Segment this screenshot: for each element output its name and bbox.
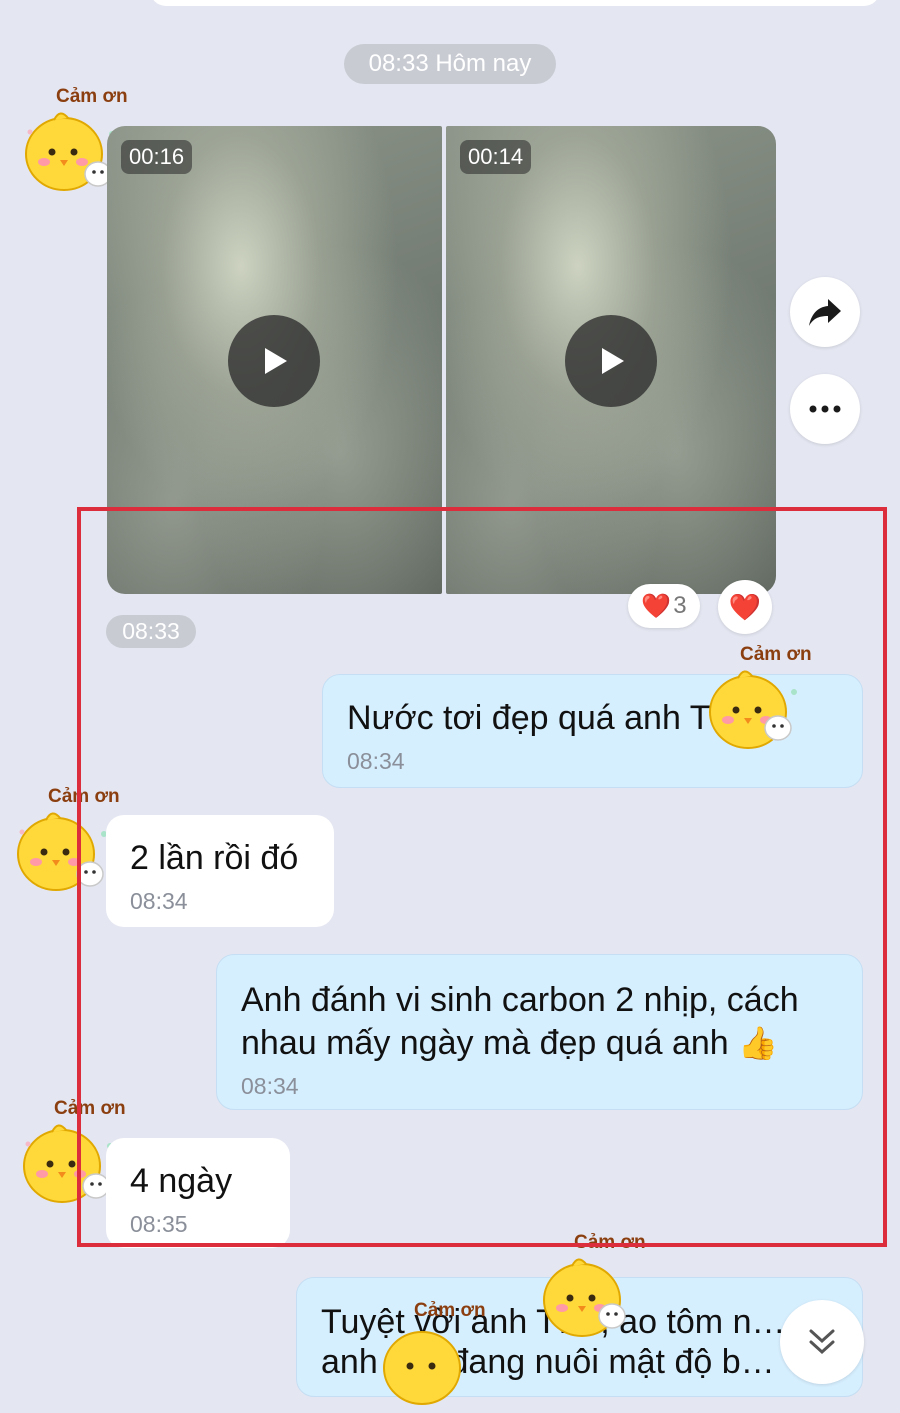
sticker-reaction: Cảm ơn <box>706 644 816 754</box>
heart-icon: ❤️ <box>641 592 672 620</box>
reaction-summary[interactable]: ❤️ 3 <box>628 584 700 628</box>
share-arrow-icon <box>809 299 841 326</box>
message-time: 08:34 <box>241 1073 299 1099</box>
play-button[interactable] <box>228 315 320 407</box>
chick-sticker-icon <box>709 670 797 749</box>
reaction-count: 3 <box>673 592 687 619</box>
video-thumbnail[interactable]: 00:16 <box>107 126 442 594</box>
previous-message-bubble <box>150 0 880 6</box>
incoming-message[interactable]: 2 lần rồi đó 08:34 <box>106 815 334 927</box>
chick-sticker-icon <box>383 1331 461 1405</box>
message-text: Anh đánh vi sinh carbon 2 nhịp, cách nha… <box>241 981 799 1062</box>
chick-sticker-icon <box>17 812 107 891</box>
message-time: 08:35 <box>130 1211 188 1237</box>
double-chevron-down-icon <box>809 1329 835 1355</box>
play-icon <box>265 348 287 374</box>
message-text: 2 lần rồi đó <box>130 839 299 877</box>
message-time: 08:34 <box>130 888 188 914</box>
message-group-time: 08:33 <box>106 615 196 648</box>
play-icon <box>602 348 624 374</box>
heart-icon: ❤️ <box>728 591 762 622</box>
sticker-reaction: Cảm ơn <box>380 1300 490 1410</box>
outgoing-message[interactable]: Anh đánh vi sinh carbon 2 nhịp, cách nha… <box>216 954 863 1110</box>
play-button[interactable] <box>565 315 657 407</box>
message-text: 4 ngày <box>130 1162 233 1200</box>
video-thumbnail[interactable]: 00:14 <box>446 126 776 594</box>
react-heart-button[interactable]: ❤️ <box>718 580 772 634</box>
scroll-to-bottom-button[interactable] <box>780 1300 864 1384</box>
video-duration: 00:16 <box>121 140 193 174</box>
more-dots-icon <box>809 405 841 413</box>
incoming-message[interactable]: 4 ngày 08:35 <box>106 1138 290 1248</box>
chick-sticker-icon <box>23 1124 113 1203</box>
date-separator: 08:33 Hôm nay <box>344 44 556 84</box>
thumbs-up-icon: 👍 <box>738 1025 778 1061</box>
share-button[interactable] <box>790 277 860 347</box>
video-duration: 00:14 <box>460 140 532 174</box>
more-options-button[interactable] <box>790 374 860 444</box>
chick-sticker-icon <box>543 1258 626 1337</box>
sticker-reaction: Cảm ơn <box>540 1232 650 1342</box>
